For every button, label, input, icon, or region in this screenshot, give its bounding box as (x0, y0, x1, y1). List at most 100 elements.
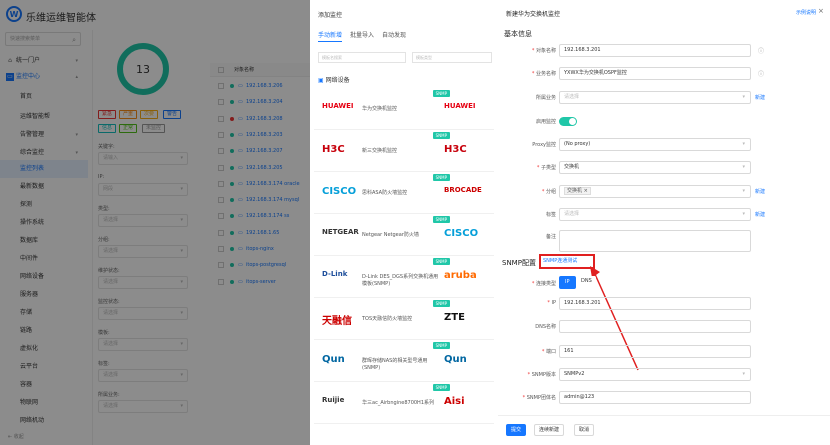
info-icon: ⓘ (758, 48, 765, 55)
continue-new-button[interactable]: 连续新建 (534, 424, 565, 436)
field-value: 192.168.3.201 (564, 47, 601, 53)
template-card[interactable]: SNMP D-Link D-Link DES_DGS系列交换机通用模板(SNMP) a… (314, 256, 494, 298)
template-type-select[interactable]: 模板类型 (412, 52, 492, 63)
template-card[interactable]: SNMP H3C 新三交换机监控 H3C (314, 130, 494, 172)
snmp-badge: SNMP (432, 258, 450, 265)
field-input[interactable]: YXWX华为交换机OSPF监控 (559, 67, 751, 80)
snmp-badge: SNMP (432, 174, 450, 181)
snmp-badge: SNMP (432, 216, 450, 223)
new-link[interactable]: 新建 (755, 211, 765, 218)
network-device-icon: ▣ (318, 77, 326, 84)
brand-logo: Qun (444, 354, 467, 365)
field-input[interactable]: 交换机 ▾ (559, 161, 751, 174)
submit-button[interactable]: 提交 (506, 424, 527, 436)
snmp-field-input[interactable]: 161 (559, 345, 751, 358)
close-icon[interactable]: × (818, 7, 824, 15)
field-label: * 分组 (498, 188, 556, 195)
template-card[interactable]: SNMP HUAWEI 华为交换机监控 HUAWEI (314, 88, 494, 130)
conn-type-label: 连接类型 (535, 281, 556, 287)
tab-manual[interactable]: 手动新增 (318, 30, 343, 42)
category-label: 网络设备 (325, 77, 350, 84)
snmp-field-label-text: SNMP版本 (531, 372, 556, 378)
snmp-field-label: * SNMP版本 (498, 371, 556, 378)
snmp-badge: SNMP (432, 342, 450, 349)
snmp-test-highlight: SNMP连通测试 (539, 254, 595, 269)
chevron-down-icon: ▾ (742, 371, 745, 377)
snmp-field-input[interactable]: admin@123 (559, 391, 751, 404)
snmp-field-label-text: 端口 (545, 349, 556, 355)
snmp-field-input[interactable] (559, 320, 751, 333)
brand-logo: H3C (444, 144, 467, 155)
template-card[interactable]: SNMP 天融信 TOS天融信防火墙监控 ZTE (314, 298, 494, 340)
field-input[interactable]: (No proxy) ▾ (559, 138, 751, 151)
brand-logo: H3C (322, 144, 345, 155)
field-label-text: 子类型 (540, 165, 556, 171)
brand-logo: D-Link (322, 270, 348, 278)
snmp-field-label-text: SNMP团体名 (526, 395, 556, 401)
snmp-field-input[interactable]: 192.168.3.201 (559, 297, 751, 310)
group-chip[interactable]: 交换机 × (564, 187, 591, 195)
snmp-config-heading: SNMP配置 (502, 259, 536, 267)
field-value: 交换机 (564, 164, 580, 170)
field-input[interactable]: 192.168.3.201 (559, 44, 751, 57)
snmp-field-value: 192.168.3.201 (564, 300, 601, 306)
category-heading: ▣ 网络设备 (318, 75, 350, 84)
brand-logo: NETGEAR (322, 228, 359, 236)
template-name: 华为交换机监控 (362, 106, 398, 112)
snmp-test-link[interactable]: SNMP连通测试 (543, 258, 577, 264)
snmp-field-label: * 端口 (498, 348, 556, 355)
basic-info-heading: 基本信息 (504, 30, 532, 38)
brand-logo: ZTE (444, 312, 465, 323)
snmp-badge: SNMP (432, 90, 450, 97)
tab-batch-import[interactable]: 批量导入 (350, 30, 374, 39)
tab-auto-discover[interactable]: 自动发现 (382, 30, 406, 39)
template-name: TOS天融信防火墙监控 (362, 316, 413, 322)
template-card[interactable]: SNMP NETGEAR Netgear Netgear防火墙 CISCO (314, 214, 494, 256)
field-label-text: 所属业务 (535, 95, 556, 101)
snmp-field-label: * SNMP团体名 (498, 394, 556, 401)
template-search-input[interactable]: 模板名搜索 (318, 52, 406, 63)
template-name: 华三ac_Airbngine8700H1系列 (362, 400, 434, 406)
field-label-text: 业务名称 (535, 71, 556, 77)
add-panel-title: 添加监控 (318, 12, 343, 19)
brand-logo: HUAWEI (322, 102, 354, 110)
brand-logo: 天融信 (322, 316, 352, 327)
field-value: 请选择 (564, 211, 580, 217)
template-card[interactable]: SNMP Ruijie 华三ac_Airbngine8700H1系列 Aisi (314, 382, 494, 424)
new-link[interactable]: 新建 (755, 188, 765, 195)
snmp-badge: SNMP (432, 132, 450, 139)
template-name: 群晖存储NAS的相关型号通用(SNMP) (362, 358, 428, 371)
brand-logo: BROCADE (444, 186, 482, 194)
snmp-badge: SNMP (432, 300, 450, 307)
field-input[interactable]: 请选择 ▾ (559, 91, 751, 104)
chevron-down-icon: ▾ (742, 188, 745, 194)
field-input[interactable] (559, 230, 751, 252)
template-card[interactable]: SNMP Qun 群晖存储NAS的相关型号通用(SNMP) Qun (314, 340, 494, 382)
cancel-button[interactable]: 取消 (574, 424, 595, 436)
field-value: YXWX华为交换机OSPF监控 (564, 70, 627, 76)
chevron-down-icon: ▾ (742, 211, 745, 217)
field-label: * 对象名称 (498, 47, 556, 54)
field-input[interactable]: 交换机 × ▾ (559, 185, 751, 198)
chevron-down-icon: ▾ (742, 141, 745, 147)
enable-monitor-toggle[interactable] (559, 117, 577, 126)
template-name: Netgear Netgear防火墙 (362, 232, 419, 238)
snmp-field-label-text: DNS名称 (535, 324, 556, 330)
conn-dns-button[interactable]: DNS (577, 276, 596, 289)
example-link[interactable]: 示例说明 (796, 9, 816, 16)
field-label-text: Proxy监控 (532, 142, 556, 148)
snmp-field-label-text: IP (551, 300, 557, 306)
conn-ip-button[interactable]: IP (559, 276, 576, 289)
add-tabs: 手动新增 批量导入 自动发现 (318, 30, 414, 42)
template-card[interactable]: SNMP CISCO 思科ASA防火墙监控 BROCADE (314, 172, 494, 214)
brand-logo: Qun (322, 354, 345, 365)
field-label: 备注 (498, 233, 556, 240)
snmp-field-label: DNS名称 (498, 323, 556, 330)
field-input[interactable]: 请选择 ▾ (559, 208, 751, 221)
new-link[interactable]: 新建 (755, 94, 765, 101)
info-icon: ⓘ (758, 71, 765, 78)
brand-logo: CISCO (444, 228, 479, 239)
field-label-text: 分组 (545, 189, 556, 195)
drawer-title: 新建华为交换机监控 (506, 11, 561, 18)
snmp-field-input[interactable]: SNMPv2 ▾ (559, 368, 751, 381)
